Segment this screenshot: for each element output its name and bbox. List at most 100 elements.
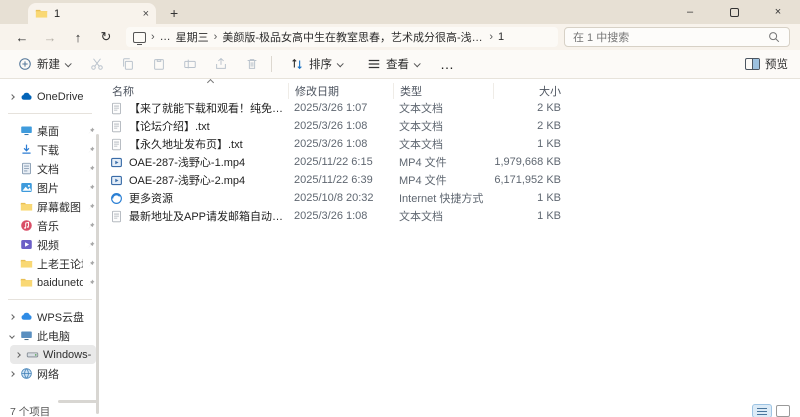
breadcrumb[interactable]: › … 星期三 › 美颜版-极品女高中生在教室思春，艺术成分很高-浅野 [2V+…	[126, 27, 558, 47]
sort-icon	[289, 57, 304, 72]
chevron-right-icon[interactable]	[7, 315, 16, 319]
file-date: 2025/3/26 1:08	[288, 120, 393, 132]
download-icon	[20, 143, 33, 156]
back-button[interactable]: ←	[10, 30, 34, 45]
file-name: 【来了就能下载和观看！纯免费！】.txt	[129, 100, 288, 116]
file-size: 6,171,952 KB	[493, 174, 567, 186]
text-file-icon	[110, 138, 123, 151]
up-button[interactable]: ↑	[66, 30, 90, 45]
pin-icon	[87, 203, 95, 211]
sidebar-item-screenshots[interactable]: 屏幕截图	[0, 197, 100, 216]
file-row[interactable]: 更多资源 2025/10/8 20:32 Internet 快捷方式 1 KB	[100, 189, 800, 207]
file-name: OAE-287-浅野心-2.mp4	[129, 172, 245, 188]
chevron-right-icon[interactable]	[7, 95, 16, 99]
paste-icon[interactable]	[151, 57, 166, 72]
details-view-toggle[interactable]	[752, 404, 772, 417]
sidebar-item-label: 上老王论坛当	[37, 256, 83, 272]
file-row[interactable]: 最新地址及APP请发邮箱自动获取！！！.txt 2025/3/26 1:08 文…	[100, 207, 800, 225]
tab-close-icon[interactable]: ×	[143, 8, 149, 20]
sidebar-item-label: 视频	[37, 237, 83, 253]
file-row[interactable]: 【论坛介绍】.txt 2025/3/26 1:08 文本文档 2 KB	[100, 117, 800, 135]
sidebar-item-label: Windows-SSD	[43, 349, 91, 361]
chevron-right-icon[interactable]	[7, 372, 16, 376]
rename-icon[interactable]	[182, 57, 197, 72]
column-header-date[interactable]: 修改日期	[288, 83, 393, 99]
file-row[interactable]: 【来了就能下载和观看！纯免费！】.txt 2025/3/26 1:07 文本文档…	[100, 99, 800, 117]
restore-icon	[730, 8, 739, 17]
sidebar-item-label: baidunetdisk	[37, 277, 83, 289]
breadcrumb-overflow-button[interactable]: …	[160, 31, 171, 43]
file-row[interactable]: OAE-287-浅野心-2.mp4 2025/11/22 6:39 MP4 文件…	[100, 171, 800, 189]
sidebar-item-pictures[interactable]: 图片	[0, 178, 100, 197]
sidebar-scrollbar-horizontal[interactable]	[58, 400, 98, 403]
file-type: 文本文档	[393, 100, 493, 116]
folder-icon	[20, 276, 33, 289]
share-icon[interactable]	[213, 57, 228, 72]
sidebar-item-documents[interactable]: 文档	[0, 159, 100, 178]
navigation-pane: OneDrive 桌面 下载	[0, 79, 100, 404]
large-icons-view-toggle[interactable]	[776, 405, 790, 417]
view-icon	[366, 57, 381, 72]
chevron-right-icon[interactable]	[13, 353, 22, 357]
sidebar-item-label: 网络	[37, 366, 95, 382]
forward-button[interactable]: →	[38, 30, 62, 45]
column-header-size[interactable]: 大小	[493, 83, 567, 99]
sort-button[interactable]: 排序	[284, 56, 347, 72]
delete-icon[interactable]	[244, 57, 259, 72]
sidebar-item-windows-ssd[interactable]: Windows-SSD	[10, 345, 96, 364]
minimize-button[interactable]: –	[668, 0, 712, 24]
file-size: 1 KB	[493, 192, 567, 204]
new-button[interactable]: 新建	[12, 56, 75, 72]
search-placeholder: 在 1 中搜索	[573, 29, 766, 45]
sidebar-item-label: 桌面	[37, 123, 83, 139]
view-toggles	[752, 404, 790, 417]
breadcrumb-item-folder[interactable]: 美颜版-极品女高中生在教室思春，艺术成分很高-浅野 [2V+7.77G]	[222, 29, 484, 45]
preview-toggle[interactable]: 预览	[745, 56, 788, 72]
cut-icon[interactable]	[89, 57, 104, 72]
new-tab-button[interactable]: +	[170, 6, 178, 20]
sidebar-item-label: WPS云盘	[37, 309, 95, 325]
sidebar-item-desktop[interactable]: 桌面	[0, 121, 100, 140]
file-name: 更多资源	[129, 190, 173, 206]
sidebar-item-music[interactable]: 音乐	[0, 216, 100, 235]
this-pc-icon	[20, 329, 33, 342]
file-explorer-window: 1 × + – × ← → ↑ ↻ › … 星期三 › 美颜版-极品女高中生在教…	[0, 0, 800, 417]
pin-icon	[87, 184, 95, 192]
see-more-button[interactable]: …	[440, 56, 455, 72]
explorer-tab[interactable]: 1 ×	[28, 3, 156, 24]
file-type: 文本文档	[393, 118, 493, 134]
view-button[interactable]: 查看	[361, 56, 424, 72]
column-header-type[interactable]: 类型	[393, 83, 493, 99]
file-row[interactable]: OAE-287-浅野心-1.mp4 2025/11/22 6:15 MP4 文件…	[100, 153, 800, 171]
close-button[interactable]: ×	[756, 0, 800, 24]
add-circle-icon	[17, 57, 32, 72]
text-file-icon	[110, 120, 123, 133]
chevron-down-icon[interactable]	[7, 334, 16, 338]
sidebar-item-label: 屏幕截图	[37, 199, 83, 215]
copy-icon[interactable]	[120, 57, 135, 72]
folder-icon	[20, 200, 33, 213]
sidebar-item-network[interactable]: 网络	[0, 364, 100, 383]
file-row[interactable]: 【永久地址发布页】.txt 2025/3/26 1:08 文本文档 1 KB	[100, 135, 800, 153]
network-icon	[20, 367, 33, 380]
chevron-separator-icon: ›	[151, 31, 155, 43]
sidebar-item-videos[interactable]: 视频	[0, 235, 100, 254]
breadcrumb-item-week[interactable]: 星期三	[176, 29, 209, 45]
sidebar-item-wps-cloud[interactable]: WPS云盘	[0, 307, 100, 326]
sidebar-item-this-pc[interactable]: 此电脑	[0, 326, 100, 345]
pin-icon	[87, 165, 95, 173]
refresh-button[interactable]: ↻	[94, 29, 118, 45]
clipboard-group	[89, 57, 259, 72]
breadcrumb-item-current[interactable]: 1	[498, 31, 504, 43]
search-input[interactable]: 在 1 中搜索	[564, 27, 790, 47]
file-date: 2025/3/26 1:08	[288, 210, 393, 222]
file-date: 2025/11/22 6:39	[288, 174, 393, 186]
sidebar-item-onedrive[interactable]: OneDrive	[0, 87, 100, 106]
sidebar-item-forum-folder[interactable]: 上老王论坛当	[0, 254, 100, 273]
sidebar-item-baidunetdisk[interactable]: baidunetdisk	[0, 273, 100, 292]
file-type: Internet 快捷方式	[393, 190, 493, 206]
sidebar-item-downloads[interactable]: 下载	[0, 140, 100, 159]
column-header-name[interactable]: 名称	[100, 83, 288, 99]
maximize-button[interactable]	[712, 0, 756, 24]
sidebar-scrollbar-vertical[interactable]	[96, 134, 99, 414]
